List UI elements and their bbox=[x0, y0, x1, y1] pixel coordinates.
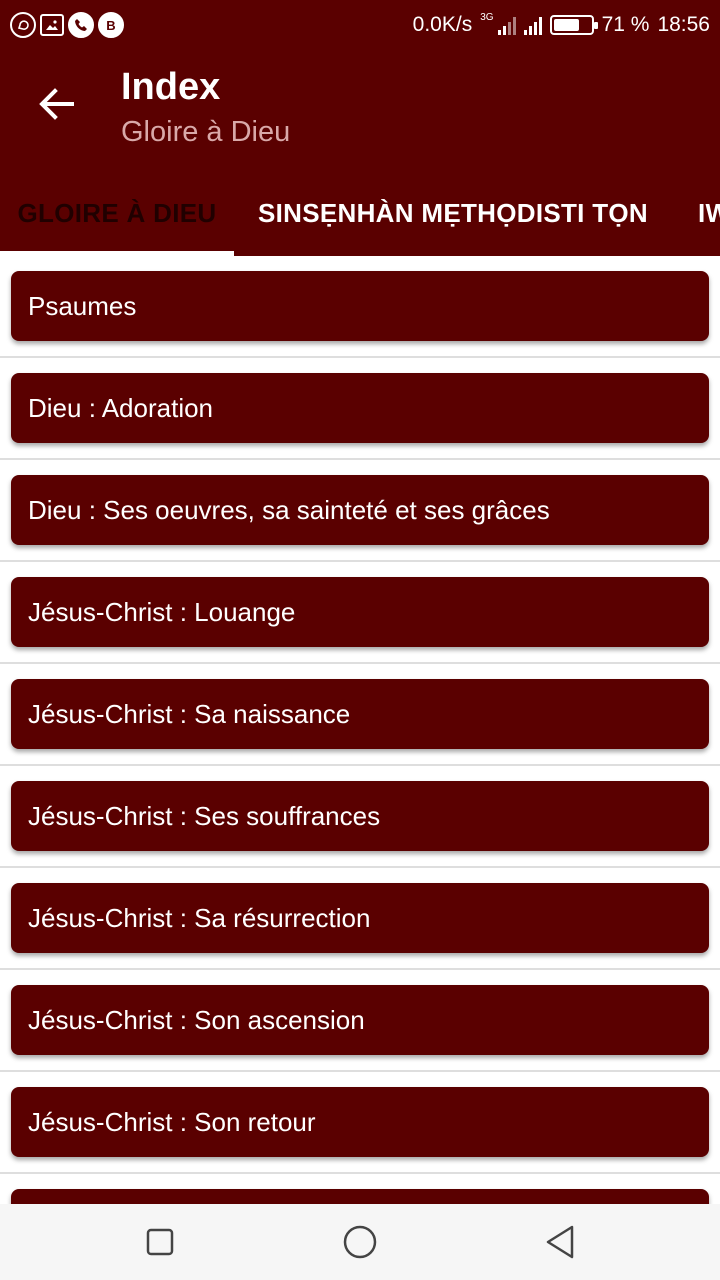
category-list: Psaumes Dieu : Adoration Dieu : Ses oeuv… bbox=[0, 256, 720, 1204]
category-card[interactable]: Jésus-Christ : Louange bbox=[11, 577, 709, 647]
phone-icon bbox=[68, 12, 94, 38]
battery-fill bbox=[553, 19, 580, 31]
list-item: Dieu : Adoration bbox=[0, 358, 720, 460]
notification-icons: B bbox=[10, 12, 124, 38]
network-type: 3G bbox=[480, 11, 494, 23]
b-app-icon: B bbox=[98, 12, 124, 38]
recent-apps-button[interactable] bbox=[140, 1222, 180, 1262]
page-subtitle: Gloire à Dieu bbox=[121, 116, 291, 148]
list-item: Psaumes bbox=[0, 256, 720, 358]
list-item: Dieu : Ses oeuvres, sa sainteté et ses g… bbox=[0, 460, 720, 562]
whatsapp-icon bbox=[10, 12, 36, 38]
tab-bar: GLOIRE À DIEU SINSẸNHÀN MẸTHỌDISTI TỌN I… bbox=[0, 170, 720, 256]
page-title: Index bbox=[121, 66, 221, 108]
list-item: Jésus-Christ : Sa résurrection bbox=[0, 868, 720, 970]
net-speed: 0.0K/s bbox=[412, 13, 473, 36]
category-card[interactable]: Psaumes bbox=[11, 271, 709, 341]
back-button[interactable] bbox=[26, 74, 86, 134]
status-right: 0.0K/s 3G 71 % 18:56 bbox=[412, 11, 710, 37]
category-card[interactable]: Jésus-Christ : Sa résurrection bbox=[11, 883, 709, 953]
category-card[interactable]: Jésus-Christ : Ses souffrances bbox=[11, 781, 709, 851]
navigation-bar bbox=[0, 1204, 720, 1280]
battery-percent: 71 % bbox=[601, 13, 650, 36]
home-icon bbox=[343, 1225, 377, 1259]
signal-icon-2 bbox=[523, 15, 542, 35]
signal-icon bbox=[497, 15, 516, 35]
arrow-left-icon bbox=[39, 88, 74, 120]
battery-icon bbox=[549, 15, 598, 35]
category-card[interactable]: Jésus-Christ : Son ascension bbox=[11, 985, 709, 1055]
home-button[interactable] bbox=[340, 1222, 380, 1262]
status-bar: B 0.0K/s 3G 71 % 18:56 bbox=[0, 0, 720, 50]
category-card[interactable]: Dieu : Ses oeuvres, sa sainteté et ses g… bbox=[11, 475, 709, 545]
list-item: Jésus-Christ : Son retour bbox=[0, 1072, 720, 1174]
category-card[interactable]: Dieu : Adoration bbox=[11, 373, 709, 443]
tab-sinsenhan-methodisti-ton[interactable]: SINSẸNHÀN MẸTHỌDISTI TỌN bbox=[258, 170, 648, 256]
category-card[interactable]: Jésus-Christ : Sa naissance bbox=[11, 679, 709, 749]
list-item: Jésus-Christ : Son ascension bbox=[0, 970, 720, 1072]
category-card[interactable] bbox=[11, 1189, 709, 1204]
clock: 18:56 bbox=[657, 13, 710, 36]
recent-apps-icon bbox=[146, 1228, 174, 1256]
back-icon bbox=[546, 1225, 574, 1259]
list-item bbox=[0, 1174, 720, 1204]
list-item: Jésus-Christ : Sa naissance bbox=[0, 664, 720, 766]
tab-iw[interactable]: IW bbox=[698, 170, 720, 256]
list-item: Jésus-Christ : Ses souffrances bbox=[0, 766, 720, 868]
list-item: Jésus-Christ : Louange bbox=[0, 562, 720, 664]
tab-gloire-a-dieu[interactable]: GLOIRE À DIEU bbox=[0, 170, 234, 256]
system-back-button[interactable] bbox=[540, 1222, 580, 1262]
category-card[interactable]: Jésus-Christ : Son retour bbox=[11, 1087, 709, 1157]
app-bar: Index Gloire à Dieu bbox=[0, 50, 720, 170]
image-icon bbox=[40, 14, 64, 36]
